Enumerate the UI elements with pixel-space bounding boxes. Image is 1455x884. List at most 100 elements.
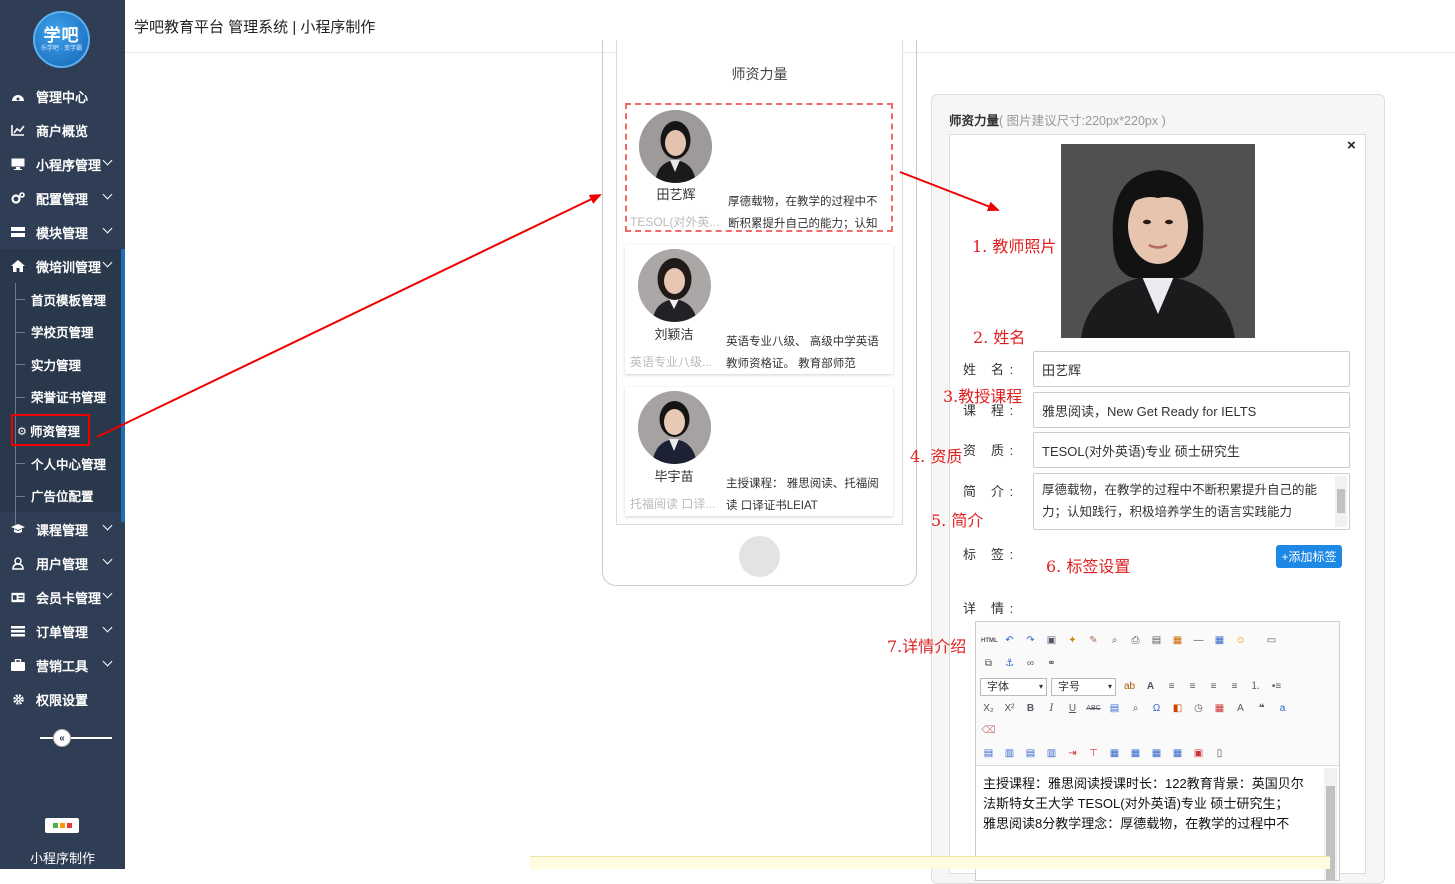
image-icon[interactable]: ▦: [1170, 634, 1185, 648]
sidebar-item-modules[interactable]: 模块管理: [0, 215, 125, 249]
blockquote-icon[interactable]: ❝: [1254, 702, 1269, 716]
align-left-icon[interactable]: ≡: [1164, 680, 1179, 694]
sidebar-subitem-ads[interactable]: 广告位配置: [0, 480, 125, 513]
unordered-list-icon[interactable]: •≡: [1269, 680, 1284, 694]
search-icon[interactable]: ⌕: [1107, 634, 1122, 648]
sidebar-item-orders[interactable]: 订单管理: [0, 614, 125, 648]
sidebar-item-permissions[interactable]: 权限设置: [0, 682, 125, 716]
sidebar-item-users[interactable]: 用户管理: [0, 546, 125, 580]
insert-col-icon[interactable]: ▥: [1002, 747, 1017, 761]
merge-icon[interactable]: ⊤: [1086, 747, 1101, 761]
redo-icon[interactable]: ↷: [1023, 634, 1038, 648]
fullscreen-icon[interactable]: ▭: [1264, 634, 1279, 648]
detail-label: 详 情 :: [963, 601, 1015, 616]
paste-plain-icon[interactable]: ▤: [1107, 702, 1122, 716]
textarea-scrollbar[interactable]: [1335, 476, 1347, 527]
sidebar-subitem-teachers[interactable]: ⚙ 师资管理: [11, 414, 90, 446]
align-right-icon[interactable]: ≡: [1185, 680, 1200, 694]
sidebar-item-overview[interactable]: 商户概览: [0, 113, 125, 147]
chevron-down-icon: [102, 554, 113, 565]
qualification-field[interactable]: TESOL(对外英语)专业 硕士研究生: [1033, 432, 1350, 468]
sidebar-subitem-strength[interactable]: 实力管理: [0, 348, 125, 381]
teacher-card[interactable]: 毕宇苗 托福阅读 口译... 主授课程： 雅思阅读、托福阅读 口译证书LEIAT: [625, 387, 893, 516]
sidebar-item-member-card[interactable]: 会员卡管理: [0, 580, 125, 614]
magic-wand-icon[interactable]: ✦: [1065, 634, 1080, 648]
teacher-avatar: [638, 249, 711, 322]
name-field[interactable]: 田艺辉: [1033, 351, 1350, 387]
split-icon[interactable]: ⇥: [1065, 747, 1080, 761]
font-color-icon[interactable]: A: [1143, 680, 1158, 694]
ordered-list-icon[interactable]: ⒈: [1248, 680, 1263, 694]
sidebar: 学吧 乐学吧 · 变学霸 管理中心 商户概览 小程序管理 配置管理 模块管理 微…: [0, 0, 125, 869]
delete-row-icon[interactable]: ▤: [1023, 747, 1038, 761]
sidebar-item-miniapp[interactable]: 小程序管理: [0, 147, 125, 181]
toolbar-row: X₂ X² B I U ABC ▤ ⌕ Ω ◧ ◷ ▦ A ❝ a: [981, 702, 1290, 716]
text-color-icon[interactable]: ab: [1122, 680, 1137, 694]
double-chevron-left-icon[interactable]: «: [53, 729, 71, 747]
format-brush-icon[interactable]: ✎: [1086, 634, 1101, 648]
delete-col-icon[interactable]: ▥: [1044, 747, 1059, 761]
gear-icon: [11, 692, 25, 706]
sidebar-subitem-personal-center[interactable]: 个人中心管理: [0, 447, 125, 480]
unlink-icon[interactable]: ⚭: [1044, 657, 1059, 671]
font-size-select[interactable]: 字号 ▾: [1051, 678, 1116, 696]
horizontal-rule-icon[interactable]: —: [1191, 634, 1206, 648]
save-icon[interactable]: ▣: [1044, 634, 1059, 648]
date-icon[interactable]: ▦: [1212, 702, 1227, 716]
align-justify-icon[interactable]: ≡: [1227, 680, 1242, 694]
clear-format-icon[interactable]: ◧: [1170, 702, 1185, 716]
text-box-icon[interactable]: A: [1233, 702, 1248, 716]
html-source-button[interactable]: HTML: [981, 634, 998, 648]
teacher-card[interactable]: 田艺辉 TESOL(对外英... 厚德载物，在教学的过程中不断积累提升自己的能力…: [625, 103, 893, 232]
course-field[interactable]: 雅思阅读，New Get Ready for IELTS: [1033, 392, 1350, 428]
chevron-down-icon: [102, 189, 113, 200]
brand-logo[interactable]: 学吧 乐学吧 · 变学霸: [33, 11, 90, 68]
font-family-select[interactable]: 字体 ▾: [980, 678, 1047, 696]
link-icon[interactable]: ∞: [1023, 657, 1038, 671]
editor-content[interactable]: 主授课程：雅思阅读授课时长：122教育背景：英国贝尔法斯特女王大学 TESOL(…: [983, 774, 1315, 834]
insert-row-above-icon[interactable]: ▤: [981, 747, 996, 761]
merge-down-icon[interactable]: ▦: [1149, 747, 1164, 761]
sidebar-item-courses[interactable]: 课程管理: [0, 512, 125, 546]
anchor-icon[interactable]: ⚓: [1002, 657, 1017, 671]
sidebar-subitem-home-template[interactable]: 首页模板管理: [0, 283, 125, 316]
teacher-card[interactable]: 刘颖洁 英语专业八级... 英语专业八级、 高级中学英语教师资格证。 教育部师范: [625, 245, 893, 374]
bold-icon[interactable]: B: [1023, 702, 1038, 716]
sidebar-item-label: 权限设置: [36, 692, 89, 708]
align-center-icon[interactable]: ≡: [1206, 680, 1221, 694]
subscript-icon[interactable]: X₂: [981, 702, 996, 716]
merge-cells-icon[interactable]: ▦: [1107, 747, 1122, 761]
font-a-icon[interactable]: a: [1275, 702, 1290, 716]
intro-textarea[interactable]: 厚德载物，在教学的过程中不断积累提升自己的能力；认知践行，积极培养学生的语言实践…: [1033, 473, 1350, 530]
print-icon[interactable]: ⎙: [1128, 634, 1143, 648]
underline-icon[interactable]: U: [1065, 702, 1080, 716]
close-icon[interactable]: ×: [1347, 137, 1356, 154]
strikethrough-icon[interactable]: ABC: [1086, 702, 1101, 716]
add-tag-button[interactable]: +添加标签: [1276, 545, 1342, 568]
emoji-icon[interactable]: ☺: [1233, 634, 1248, 648]
page-icon[interactable]: ▯: [1212, 747, 1227, 761]
sidebar-subitem-school-page[interactable]: 学校页管理: [0, 316, 125, 349]
sidebar-item-label: 订单管理: [36, 624, 89, 640]
table-icon[interactable]: ▦: [1212, 634, 1227, 648]
time-icon[interactable]: ◷: [1191, 702, 1206, 716]
superscript-icon[interactable]: X²: [1002, 702, 1017, 716]
find-replace-icon[interactable]: ⌕: [1128, 702, 1143, 716]
split-cells-icon[interactable]: ▦: [1170, 747, 1185, 761]
sidebar-item-training[interactable]: 微培训管理: [0, 249, 125, 283]
sidebar-item-config[interactable]: 配置管理: [0, 181, 125, 215]
sidebar-item-dashboard[interactable]: 管理中心: [0, 79, 125, 113]
sidebar-subitem-certificates[interactable]: 荣誉证书管理: [0, 381, 125, 414]
table-props-icon[interactable]: ▣: [1191, 747, 1206, 761]
preview-icon[interactable]: ▤: [1149, 634, 1164, 648]
eraser-icon[interactable]: ⌫: [981, 724, 996, 738]
miniapp-logo-icon: [45, 818, 79, 833]
italic-icon[interactable]: I: [1044, 702, 1059, 716]
insert-frame-icon[interactable]: ⧉: [981, 657, 996, 671]
teacher-photo[interactable]: [1061, 144, 1255, 338]
sidebar-item-marketing[interactable]: 营销工具: [0, 648, 125, 682]
special-char-icon[interactable]: Ω: [1149, 702, 1164, 716]
sidebar-collapse-slider[interactable]: «: [40, 728, 112, 748]
undo-icon[interactable]: ↶: [1002, 634, 1017, 648]
merge-right-icon[interactable]: ▦: [1128, 747, 1143, 761]
